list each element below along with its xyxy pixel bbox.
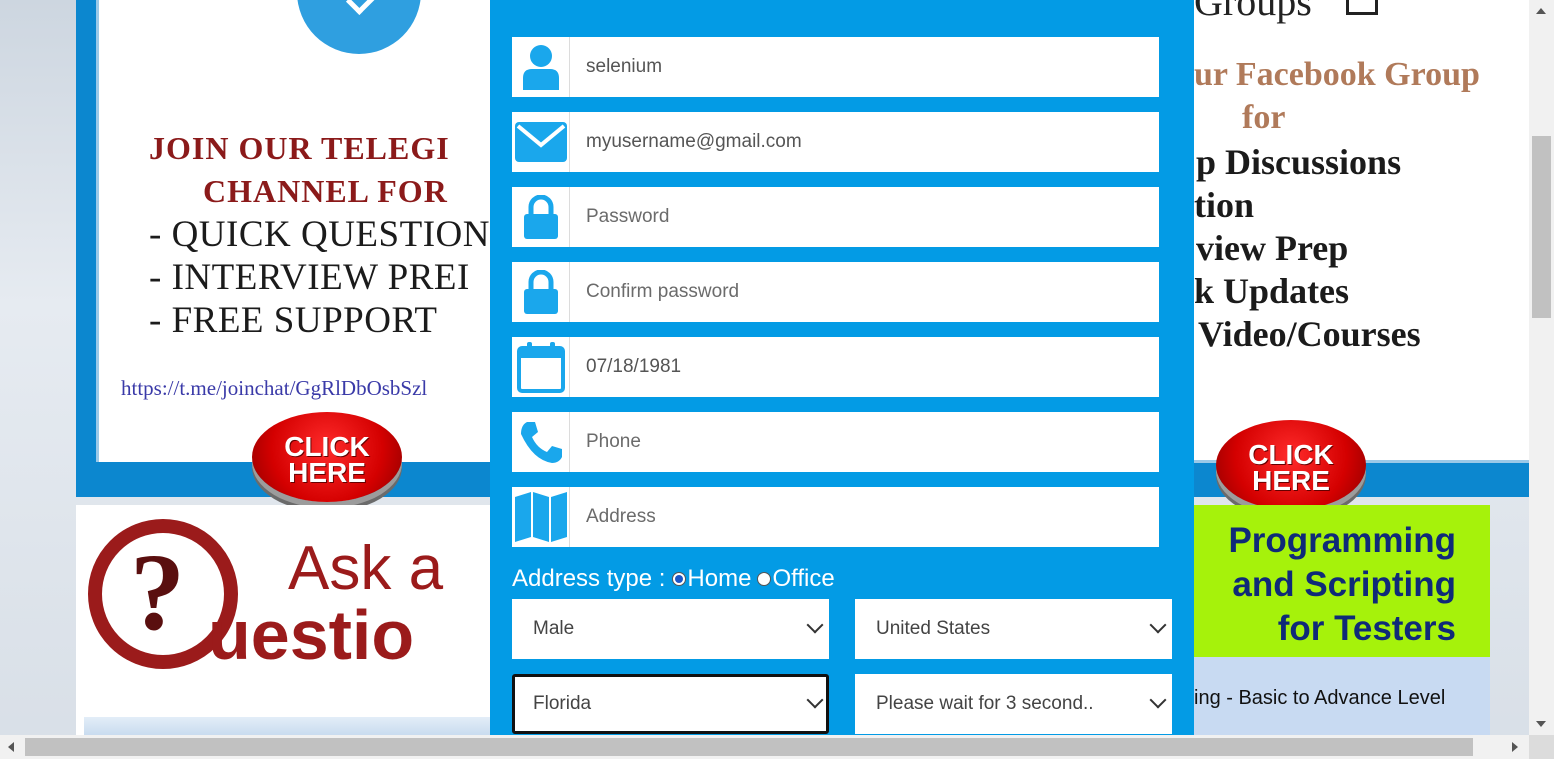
gender-select[interactable]: Male	[512, 599, 829, 659]
facebook-item: Video/Courses	[1198, 314, 1421, 354]
vertical-scrollbar[interactable]	[1529, 0, 1554, 735]
facebook-title-line2: for	[1242, 99, 1286, 136]
facebook-banner[interactable]: Groups ur Facebook Group for p Discussio…	[1194, 0, 1529, 510]
confirm-password-input[interactable]	[570, 262, 1159, 322]
programming-banner[interactable]: Programming and Scripting for Testers in…	[1194, 505, 1490, 735]
scroll-down-arrow-icon[interactable]	[1536, 721, 1546, 727]
facebook-click-here-button[interactable]: CLICK HERE	[1216, 420, 1366, 510]
telegram-item: - QUICK QUESTION	[149, 214, 490, 255]
telegram-item: - INTERVIEW PREI	[149, 257, 470, 298]
chevron-down-icon	[1149, 691, 1167, 709]
chevron-down-icon	[806, 616, 824, 634]
vertical-scroll-thumb[interactable]	[1532, 136, 1551, 318]
telegram-click-here-button[interactable]: CLICK HERE	[252, 412, 402, 502]
scroll-up-arrow-icon[interactable]	[1536, 8, 1546, 14]
address-input[interactable]	[570, 487, 1159, 547]
facebook-item: k Updates	[1194, 271, 1350, 311]
facebook-item: p Discussions	[1196, 142, 1402, 182]
address-field[interactable]	[512, 487, 1159, 547]
home-radio-label[interactable]: Home	[687, 565, 751, 593]
phone-field[interactable]	[512, 412, 1159, 472]
email-field[interactable]	[512, 112, 1159, 172]
scrollbar-corner	[1529, 735, 1554, 759]
horizontal-scrollbar[interactable]	[0, 735, 1554, 759]
home-radio[interactable]	[672, 572, 687, 586]
email-input[interactable]	[570, 112, 1159, 172]
username-field[interactable]	[512, 37, 1159, 97]
programming-title-line3: for Testers	[1277, 609, 1456, 648]
address-type-label: Address type :	[512, 565, 666, 592]
phone-input[interactable]	[570, 412, 1159, 472]
lock-icon	[512, 187, 570, 247]
question-mark-glyph: ?	[130, 531, 185, 653]
ask-text-line1: Ask a	[288, 534, 444, 603]
state-select-value: Florida	[533, 693, 592, 714]
password-field[interactable]	[512, 187, 1159, 247]
scroll-right-arrow-icon[interactable]	[1512, 742, 1518, 752]
here-label: HERE	[288, 457, 366, 488]
ask-question-banner[interactable]: ? Ask a uestio	[76, 505, 490, 735]
facebook-item: tion	[1194, 185, 1255, 225]
map-icon	[512, 487, 570, 547]
state-select[interactable]: Florida	[512, 674, 829, 734]
user-icon	[512, 37, 570, 97]
telegram-title-line2: CHANNEL FOR	[203, 173, 448, 209]
chevron-down-icon	[806, 691, 824, 709]
city-select-value: Please wait for 3 second..	[876, 693, 1094, 714]
city-select[interactable]: Please wait for 3 second..	[855, 674, 1172, 734]
address-type-group: Address type : Home Office	[512, 565, 835, 593]
programming-title-line2: and Scripting	[1232, 565, 1456, 604]
ask-banner-strip	[84, 717, 490, 735]
dob-input[interactable]	[570, 337, 1159, 397]
ask-text-line2: uestio	[208, 596, 415, 674]
dob-field[interactable]	[512, 337, 1159, 397]
box-icon	[1346, 0, 1378, 15]
facebook-groups-text: Groups	[1194, 0, 1312, 24]
gender-select-value: Male	[533, 618, 575, 639]
programming-subtext: ing - Basic to Advance Level	[1194, 687, 1446, 709]
username-input[interactable]	[570, 37, 1159, 97]
password-input[interactable]	[570, 187, 1159, 247]
telegram-item: - FREE SUPPORT	[149, 300, 438, 341]
chevron-down-icon	[1149, 616, 1167, 634]
office-radio-label[interactable]: Office	[772, 565, 834, 593]
telegram-title-line1: JOIN OUR TELEGI	[149, 130, 450, 166]
registration-form: Address type : Home Office Male United S…	[490, 0, 1194, 735]
calendar-icon	[512, 337, 570, 397]
office-radio[interactable]	[757, 572, 772, 586]
facebook-title-line1: ur Facebook Group	[1194, 56, 1480, 93]
facebook-item: view Prep	[1196, 228, 1349, 268]
telegram-banner-card: JOIN OUR TELEGI CHANNEL FOR - QUICK QUES…	[96, 0, 493, 462]
telegram-logo-icon	[297, 0, 421, 54]
programming-title-line1: Programming	[1228, 521, 1456, 560]
facebook-banner-card: Groups ur Facebook Group for p Discussio…	[1194, 0, 1529, 463]
confirm-password-field[interactable]	[512, 262, 1159, 322]
telegram-banner[interactable]: JOIN OUR TELEGI CHANNEL FOR - QUICK QUES…	[76, 0, 493, 502]
phone-icon	[512, 412, 570, 472]
scroll-left-arrow-icon[interactable]	[8, 742, 14, 752]
programming-banner-header: Programming and Scripting for Testers	[1194, 505, 1490, 657]
here-label: HERE	[1252, 465, 1330, 496]
envelope-icon	[512, 112, 570, 172]
lock-icon	[512, 262, 570, 322]
horizontal-scroll-thumb[interactable]	[25, 738, 1473, 756]
country-select-value: United States	[876, 618, 991, 639]
country-select[interactable]: United States	[855, 599, 1172, 659]
telegram-url[interactable]: https://t.me/joinchat/GgRlDbOsbSzl	[121, 376, 427, 401]
